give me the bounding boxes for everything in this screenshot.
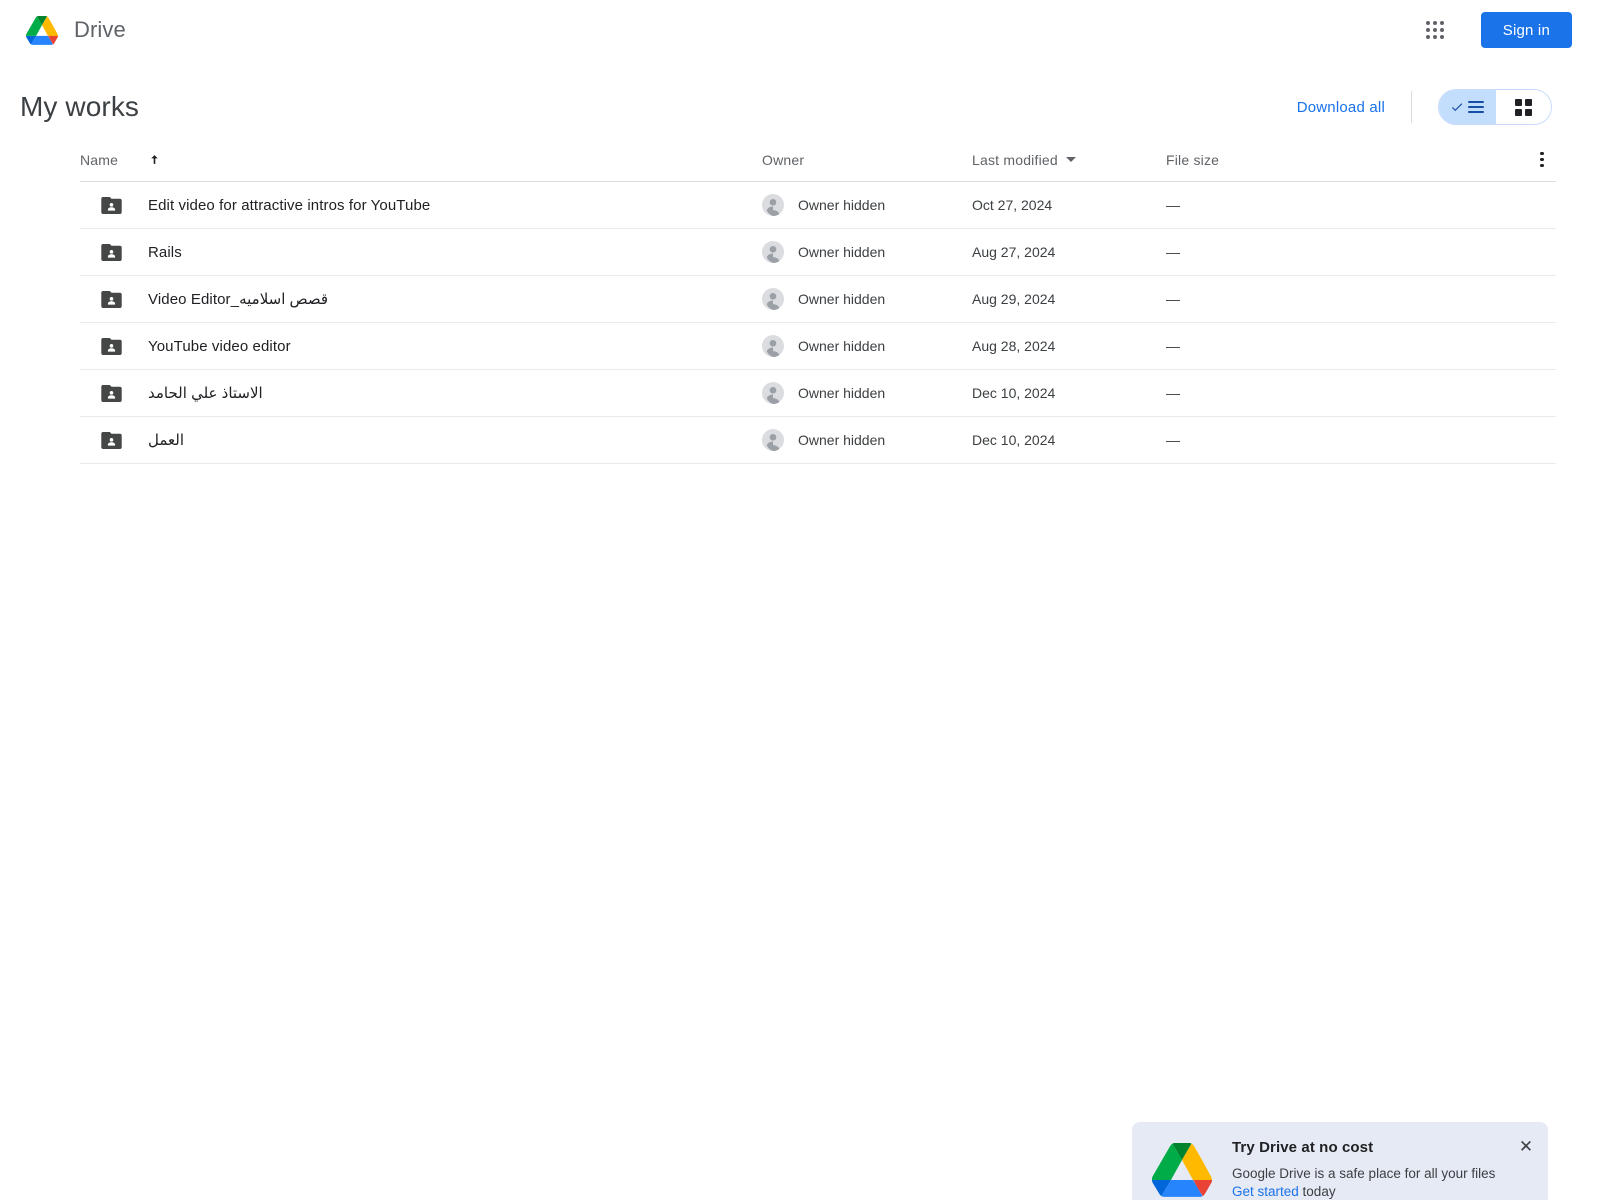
table-options-button[interactable] xyxy=(1528,151,1556,168)
owner-name: Owner hidden xyxy=(798,244,886,260)
column-header-name[interactable]: Name xyxy=(80,152,762,168)
drive-page: Drive Sign in My works Download all Name… xyxy=(0,0,1600,1200)
cell-last-modified: Aug 29, 2024 xyxy=(972,291,1056,307)
promo-card: Try Drive at no cost Google Drive is a s… xyxy=(1132,1122,1548,1200)
shared-folder-icon xyxy=(101,290,122,308)
shared-folder-icon xyxy=(101,196,122,214)
cell-owner: Owner hidden xyxy=(762,335,972,357)
file-name: Edit video for attractive intros for You… xyxy=(148,196,431,214)
file-name: العمل xyxy=(148,432,185,449)
cell-name: YouTube video editor xyxy=(80,337,762,355)
header-divider xyxy=(1411,91,1412,123)
page-header: My works Download all xyxy=(0,78,1600,136)
file-name: الاستاذ علي الحامد xyxy=(148,385,263,402)
cell-name: Rails xyxy=(80,243,762,261)
table-row[interactable]: العمل Owner hidden Dec 10, 2024 — xyxy=(80,417,1556,464)
cell-name: العمل xyxy=(80,431,762,449)
owner-avatar-icon xyxy=(762,241,784,263)
shared-folder-icon xyxy=(101,384,122,402)
table-row[interactable]: Edit video for attractive intros for You… xyxy=(80,182,1556,229)
cell-file-size: — xyxy=(1166,432,1180,448)
cell-name: Edit video for attractive intros for You… xyxy=(80,196,762,214)
column-header-owner[interactable]: Owner xyxy=(762,152,972,168)
owner-avatar-icon xyxy=(762,382,784,404)
table-row[interactable]: YouTube video editor Owner hidden Aug 28, … xyxy=(80,323,1556,370)
list-view-toggle[interactable] xyxy=(1439,90,1495,124)
cell-owner: Owner hidden xyxy=(762,382,972,404)
owner-name: Owner hidden xyxy=(798,197,886,213)
top-bar-actions: Sign in xyxy=(1415,10,1572,50)
file-name: Video Editor_قصص اسلاميه xyxy=(148,291,329,308)
top-bar: Drive Sign in xyxy=(0,0,1600,60)
column-header-last-modified[interactable]: Last modified xyxy=(972,152,1166,168)
brand-name: Drive xyxy=(74,17,126,42)
drive-logo-icon xyxy=(26,15,58,45)
column-header-last-modified-label: Last modified xyxy=(972,151,1058,168)
drive-promo-logo-icon xyxy=(1152,1142,1212,1197)
owner-name: Owner hidden xyxy=(798,338,886,354)
cell-file-size: — xyxy=(1166,385,1180,401)
owner-avatar-icon xyxy=(762,288,784,310)
table-body: Edit video for attractive intros for You… xyxy=(80,182,1556,464)
cell-owner: Owner hidden xyxy=(762,429,972,451)
table-row[interactable]: الاستاذ علي الحامد Owner hidden Dec 10, 20… xyxy=(80,370,1556,417)
content-area: My works Download all Name Owner Last mo… xyxy=(0,60,1600,1200)
cell-name: الاستاذ علي الحامد xyxy=(80,384,762,402)
sign-in-button[interactable]: Sign in xyxy=(1480,12,1572,48)
shared-folder-icon xyxy=(101,337,122,355)
chevron-down-icon xyxy=(1065,157,1076,162)
cell-last-modified: Dec 10, 2024 xyxy=(972,432,1056,448)
cell-last-modified: Aug 28, 2024 xyxy=(972,338,1056,354)
cell-file-size: — xyxy=(1166,244,1180,260)
owner-name: Owner hidden xyxy=(798,385,886,401)
list-lines-icon xyxy=(1468,101,1484,113)
page-header-actions: Download all xyxy=(1297,89,1552,125)
promo-body: Try Drive at no cost Google Drive is a s… xyxy=(1232,1139,1534,1200)
get-started-link[interactable]: Get started xyxy=(1232,1184,1299,1199)
grid-icon xyxy=(1515,98,1532,116)
table-row[interactable]: Rails Owner hidden Aug 27, 2024 — xyxy=(80,229,1556,276)
more-vert-icon xyxy=(1540,151,1544,168)
promo-subtitle-text: Google Drive is a safe place for all you… xyxy=(1232,1165,1496,1181)
cell-last-modified: Aug 27, 2024 xyxy=(972,244,1056,260)
cell-owner: Owner hidden xyxy=(762,288,972,310)
table-header-row: Name Owner Last modified File size xyxy=(80,138,1556,182)
sort-ascending-icon xyxy=(151,155,158,164)
column-header-name-label: Name xyxy=(80,151,119,168)
download-all-button[interactable]: Download all xyxy=(1297,99,1385,116)
grid-view-toggle[interactable] xyxy=(1495,90,1551,124)
cell-name: Video Editor_قصص اسلاميه xyxy=(80,290,762,308)
owner-name: Owner hidden xyxy=(798,291,886,307)
brand[interactable]: Drive xyxy=(26,15,126,45)
page-title: My works xyxy=(20,91,140,122)
file-name: YouTube video editor xyxy=(148,337,291,355)
cell-owner: Owner hidden xyxy=(762,194,972,216)
promo-subtitle: Google Drive is a safe place for all you… xyxy=(1232,1165,1534,1200)
owner-avatar-icon xyxy=(762,194,784,216)
file-table: Name Owner Last modified File size Edit … xyxy=(80,138,1556,464)
shared-folder-icon xyxy=(101,431,122,449)
content-surface: My works Download all Name Owner Last mo… xyxy=(0,60,1600,1200)
check-icon xyxy=(1451,103,1463,112)
owner-name: Owner hidden xyxy=(798,432,886,448)
table-row[interactable]: Video Editor_قصص اسلاميه Owner hidden Aug … xyxy=(80,276,1556,323)
cell-file-size: — xyxy=(1166,197,1180,213)
owner-avatar-icon xyxy=(762,429,784,451)
apps-grid-icon[interactable] xyxy=(1415,10,1455,50)
cell-last-modified: Oct 27, 2024 xyxy=(972,197,1053,213)
column-header-file-size[interactable]: File size xyxy=(1166,152,1528,168)
cell-last-modified: Dec 10, 2024 xyxy=(972,385,1056,401)
owner-avatar-icon xyxy=(762,335,784,357)
apps-grid-dots xyxy=(1425,21,1444,39)
view-toggle xyxy=(1438,89,1552,125)
cell-file-size: — xyxy=(1166,338,1180,354)
promo-title: Try Drive at no cost xyxy=(1232,1138,1374,1156)
cell-owner: Owner hidden xyxy=(762,241,972,263)
cell-file-size: — xyxy=(1166,291,1180,307)
file-name: Rails xyxy=(148,243,182,261)
shared-folder-icon xyxy=(101,243,122,261)
promo-link-suffix: today xyxy=(1298,1183,1336,1199)
close-icon[interactable]: ✕ xyxy=(1514,1134,1538,1158)
